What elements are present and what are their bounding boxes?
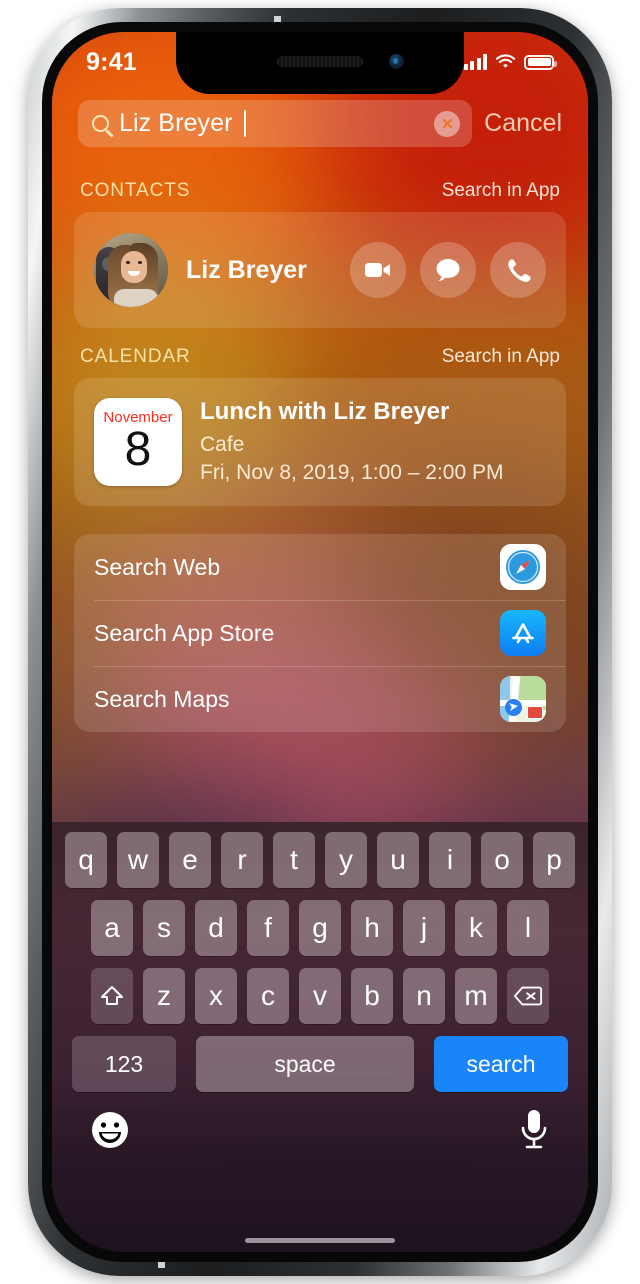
event-datetime: Fri, Nov 8, 2019, 1:00 – 2:00 PM <box>200 460 504 484</box>
search-return-key[interactable]: search <box>434 1036 568 1092</box>
emoji-smiley-icon[interactable] <box>88 1108 132 1152</box>
key-r[interactable]: r <box>221 832 263 888</box>
search-input-value: Liz Breyer <box>119 109 233 137</box>
key-u[interactable]: u <box>377 832 419 888</box>
clear-circle-icon[interactable] <box>434 110 461 137</box>
key-z[interactable]: z <box>143 968 185 1024</box>
contacts-search-in-app-link[interactable]: Search in App <box>442 180 560 202</box>
key-l[interactable]: l <box>507 900 549 956</box>
key-w[interactable]: w <box>117 832 159 888</box>
event-location: Cafe <box>200 433 245 456</box>
contacts-section-title: CONTACTS <box>80 180 191 201</box>
battery-full-icon <box>524 54 557 70</box>
calendar-section-header: CALENDAR Search in App <box>52 346 588 368</box>
search-bar-row: Liz Breyer Cancel <box>52 100 588 147</box>
key-f[interactable]: f <box>247 900 289 956</box>
event-title: Lunch with Liz Breyer <box>200 398 450 425</box>
search-results: CONTACTS Search in App Liz Breyer CALEND… <box>52 162 588 733</box>
suggestion-label: Search Maps <box>94 685 230 712</box>
earpiece-speaker <box>277 56 363 67</box>
numbers-key[interactable]: 123 <box>72 1036 176 1092</box>
contact-avatar <box>94 233 168 307</box>
suggestion-search-app-store[interactable]: Search App Store <box>74 600 566 666</box>
space-key[interactable]: space <box>196 1036 414 1092</box>
text-caret <box>243 110 247 137</box>
key-k[interactable]: k <box>455 900 497 956</box>
app-store-icon <box>500 610 546 657</box>
contact-name: Liz Breyer <box>186 255 307 284</box>
key-c[interactable]: c <box>247 968 289 1024</box>
suggestion-search-maps[interactable]: Search Maps ➤ <box>74 666 566 732</box>
contact-actions <box>350 242 546 298</box>
wifi-icon <box>495 54 516 68</box>
key-v[interactable]: v <box>299 968 341 1024</box>
calendar-day: 8 <box>124 423 152 477</box>
status-time: 9:41 <box>86 47 137 76</box>
key-n[interactable]: n <box>403 968 445 1024</box>
search-icon <box>92 115 109 132</box>
suggestion-label: Search App Store <box>94 619 275 646</box>
key-b[interactable]: b <box>351 968 393 1024</box>
keyboard-bottom-row <box>52 1092 588 1154</box>
calendar-section-title: CALENDAR <box>80 346 191 367</box>
suggestion-label: Search Web <box>94 553 221 580</box>
key-x[interactable]: x <box>195 968 237 1024</box>
signal-bars-icon <box>463 54 487 70</box>
key-o[interactable]: o <box>481 832 523 888</box>
suggestion-search-web[interactable]: Search Web <box>74 534 566 600</box>
key-d[interactable]: d <box>195 900 237 956</box>
phone-screen: 9:41 Liz Breyer Cancel CONTACTS Search i… <box>52 32 588 1252</box>
keyboard-row-4: 123 space search <box>52 1036 588 1092</box>
on-screen-keyboard: q w e r t y u i o p a s d f g h j k l z … <box>52 822 588 1252</box>
calendar-event-card[interactable]: November 8 Lunch with Liz Breyer Cafe Fr… <box>74 378 566 507</box>
screenshot-stage: 9:41 Liz Breyer Cancel CONTACTS Search i… <box>0 0 640 1284</box>
front-camera <box>389 54 404 69</box>
maps-icon: ➤ <box>500 676 546 723</box>
status-indicators <box>463 54 557 70</box>
key-e[interactable]: e <box>169 832 211 888</box>
display-notch <box>176 32 464 94</box>
safari-icon <box>500 544 546 591</box>
microphone-icon[interactable] <box>516 1106 552 1154</box>
search-input[interactable]: Liz Breyer <box>78 100 473 147</box>
search-suggestions-list: Search Web Search App Store Search Maps … <box>74 534 566 733</box>
key-s[interactable]: s <box>143 900 185 956</box>
key-p[interactable]: p <box>533 832 575 888</box>
keyboard-row-2: a s d f g h j k l <box>52 900 588 956</box>
key-i[interactable]: i <box>429 832 471 888</box>
calendar-date-icon: November 8 <box>94 398 182 487</box>
key-g[interactable]: g <box>299 900 341 956</box>
keyboard-row-1: q w e r t y u i o p <box>52 832 588 888</box>
key-j[interactable]: j <box>403 900 445 956</box>
home-indicator[interactable] <box>245 1238 395 1243</box>
shift-arrow-icon[interactable] <box>91 968 133 1024</box>
key-q[interactable]: q <box>65 832 107 888</box>
key-y[interactable]: y <box>325 832 367 888</box>
key-a[interactable]: a <box>91 900 133 956</box>
key-t[interactable]: t <box>273 832 315 888</box>
backspace-delete-icon[interactable] <box>507 968 549 1024</box>
key-h[interactable]: h <box>351 900 393 956</box>
facetime-video-icon[interactable] <box>350 242 406 298</box>
contacts-section-header: CONTACTS Search in App <box>52 180 588 202</box>
keyboard-row-3: z x c v b n m <box>52 968 588 1024</box>
cancel-button[interactable]: Cancel <box>484 109 562 138</box>
key-m[interactable]: m <box>455 968 497 1024</box>
phone-handset-icon[interactable] <box>490 242 546 298</box>
contact-card[interactable]: Liz Breyer <box>74 212 566 328</box>
message-bubble-icon[interactable] <box>420 242 476 298</box>
calendar-search-in-app-link[interactable]: Search in App <box>442 346 560 368</box>
